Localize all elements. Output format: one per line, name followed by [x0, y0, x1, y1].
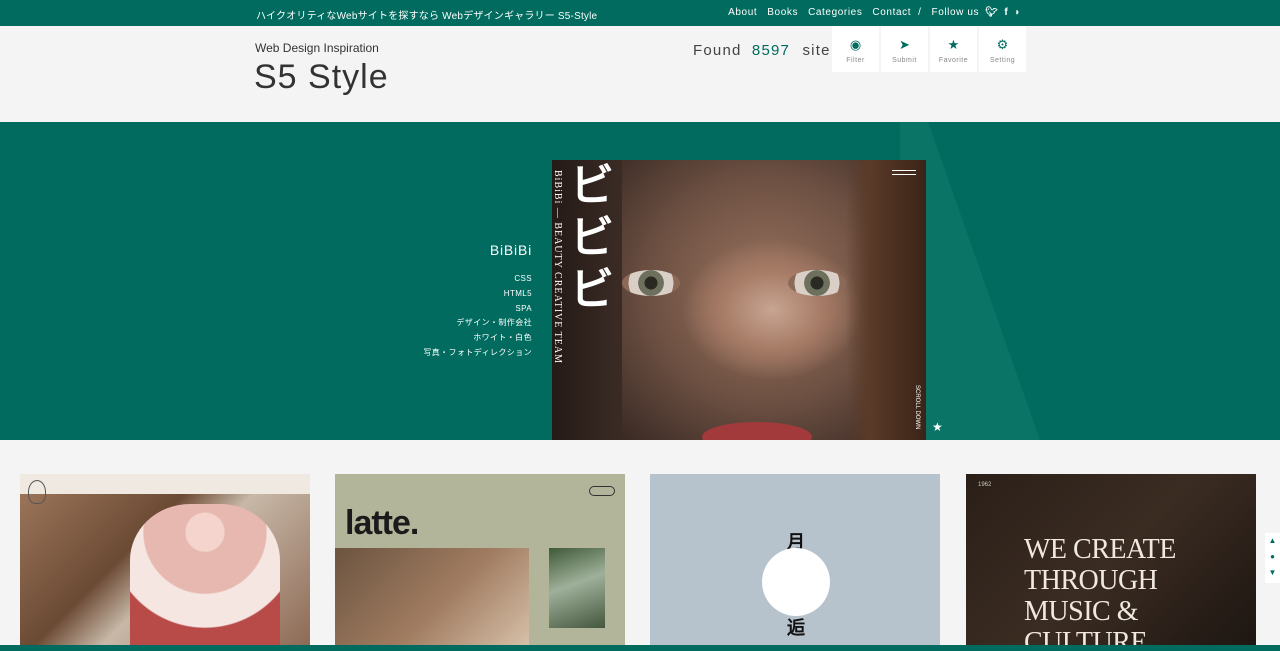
twitter-icon[interactable]: 🐦︎: [985, 7, 998, 18]
setting-button[interactable]: ⚙ Setting: [979, 26, 1026, 72]
scroll-down-icon[interactable]: ▼: [1265, 565, 1280, 581]
nav-contact[interactable]: Contact: [872, 7, 911, 18]
card-photo: [130, 504, 280, 645]
card-moon: [762, 548, 830, 616]
eye-icon: ◉: [849, 37, 862, 52]
found-label: Found: [693, 42, 742, 59]
scroll-top-icon[interactable]: ▲: [1265, 533, 1280, 549]
screenshot-lips: [702, 422, 812, 440]
favorite-label: Favorite: [938, 57, 969, 64]
tag-link[interactable]: ホワイト・白色: [423, 331, 532, 346]
gear-icon: ⚙: [996, 37, 1009, 52]
found-unit: site: [802, 42, 831, 59]
tag-link[interactable]: SPA: [423, 302, 532, 317]
submit-button[interactable]: ➤ Submit: [881, 26, 928, 72]
card-photo: [335, 548, 529, 645]
rss-icon[interactable]: ◗: [1014, 7, 1021, 18]
screenshot-kana: ビ ビ ビ: [570, 160, 614, 315]
card-photo-small: [549, 548, 605, 628]
gallery-card[interactable]: 1962 WE CREATE THROUGH MUSIC & CULTURE: [966, 474, 1256, 645]
card-header-strip: [20, 474, 310, 494]
top-bar: ハイクオリティなWebサイトを探すなら Webデザインギャラリー S5-Styl…: [0, 0, 1280, 26]
nav-separator: /: [918, 7, 922, 18]
gallery-card[interactable]: 月 逅: [650, 474, 940, 645]
filter-label: Filter: [846, 57, 865, 64]
top-nav: About Books Categories Contact / Follow …: [718, 7, 1021, 18]
screenshot-vertical-title: BiBiBi — BEAUTY CREATIVE TEAM: [552, 170, 563, 365]
tag-link[interactable]: HTML5: [423, 287, 532, 302]
gallery-card[interactable]: [20, 474, 310, 645]
tag-link[interactable]: デザイン・制作会社: [423, 316, 532, 331]
send-icon: ➤: [899, 37, 910, 52]
screenshot-scroll-text: SCROLL DOWN: [914, 385, 920, 430]
featured-title[interactable]: BiBiBi: [490, 242, 532, 258]
featured-screenshot[interactable]: BiBiBi — BEAUTY CREATIVE TEAM ビ ビ ビ SCRO…: [552, 160, 926, 440]
found-count: 8597: [751, 42, 791, 59]
facebook-icon[interactable]: f: [1004, 7, 1008, 18]
site-tagline: ハイクオリティなWebサイトを探すなら Webデザインギャラリー S5-Styl…: [256, 11, 598, 22]
featured-tags: CSS HTML5 SPA デザイン・制作会社 ホワイト・白色 写真・フォトディ…: [423, 272, 532, 361]
follow-label: Follow us: [931, 7, 980, 18]
gallery-card[interactable]: latte.: [335, 474, 625, 645]
card-headline: WE CREATE THROUGH MUSIC & CULTURE: [1024, 534, 1176, 645]
nav-categories[interactable]: Categories: [808, 7, 862, 18]
tag-link[interactable]: 写真・フォトディレクション: [423, 346, 532, 361]
nav-about[interactable]: About: [728, 7, 757, 18]
gallery-grid: latte. 月 逅 1962 WE CREATE THROUGH MUSIC …: [20, 474, 1260, 645]
card-pill: [589, 486, 615, 496]
nav-books[interactable]: Books: [767, 7, 798, 18]
card-headline: latte.: [345, 504, 419, 542]
screenshot-eye-right: [788, 270, 846, 296]
card-corner-text: 1962: [978, 482, 992, 488]
setting-label: Setting: [989, 57, 1016, 64]
tag-link[interactable]: CSS: [423, 272, 532, 287]
card-char-bottom: 逅: [787, 618, 805, 638]
screenshot-menu-icon: [892, 170, 916, 178]
filter-button[interactable]: ◉ Filter: [832, 26, 879, 72]
card-logo: [28, 480, 46, 504]
site-logo[interactable]: S5 Style: [254, 58, 389, 97]
bottom-bar: [0, 645, 1280, 651]
brand-subtitle: Web Design Inspiration: [255, 41, 379, 55]
found-count-display: Found 8597 site: [693, 42, 831, 59]
page-side-nav: ▲ ● ▼: [1265, 533, 1280, 583]
scroll-dot-icon[interactable]: ●: [1265, 549, 1280, 565]
screenshot-eye-left: [622, 270, 680, 296]
favorite-button[interactable]: ★ Favorite: [930, 26, 977, 72]
star-icon: ★: [947, 37, 960, 52]
site-header: Web Design Inspiration S5 Style Found 85…: [0, 26, 1280, 122]
featured-section: BiBiBi CSS HTML5 SPA デザイン・制作会社 ホワイト・白色 写…: [0, 122, 1280, 440]
favorite-star-icon[interactable]: ★: [932, 420, 943, 434]
toolbar: ◉ Filter ➤ Submit ★ Favorite ⚙ Setting: [832, 26, 1028, 72]
submit-label: Submit: [892, 57, 917, 64]
